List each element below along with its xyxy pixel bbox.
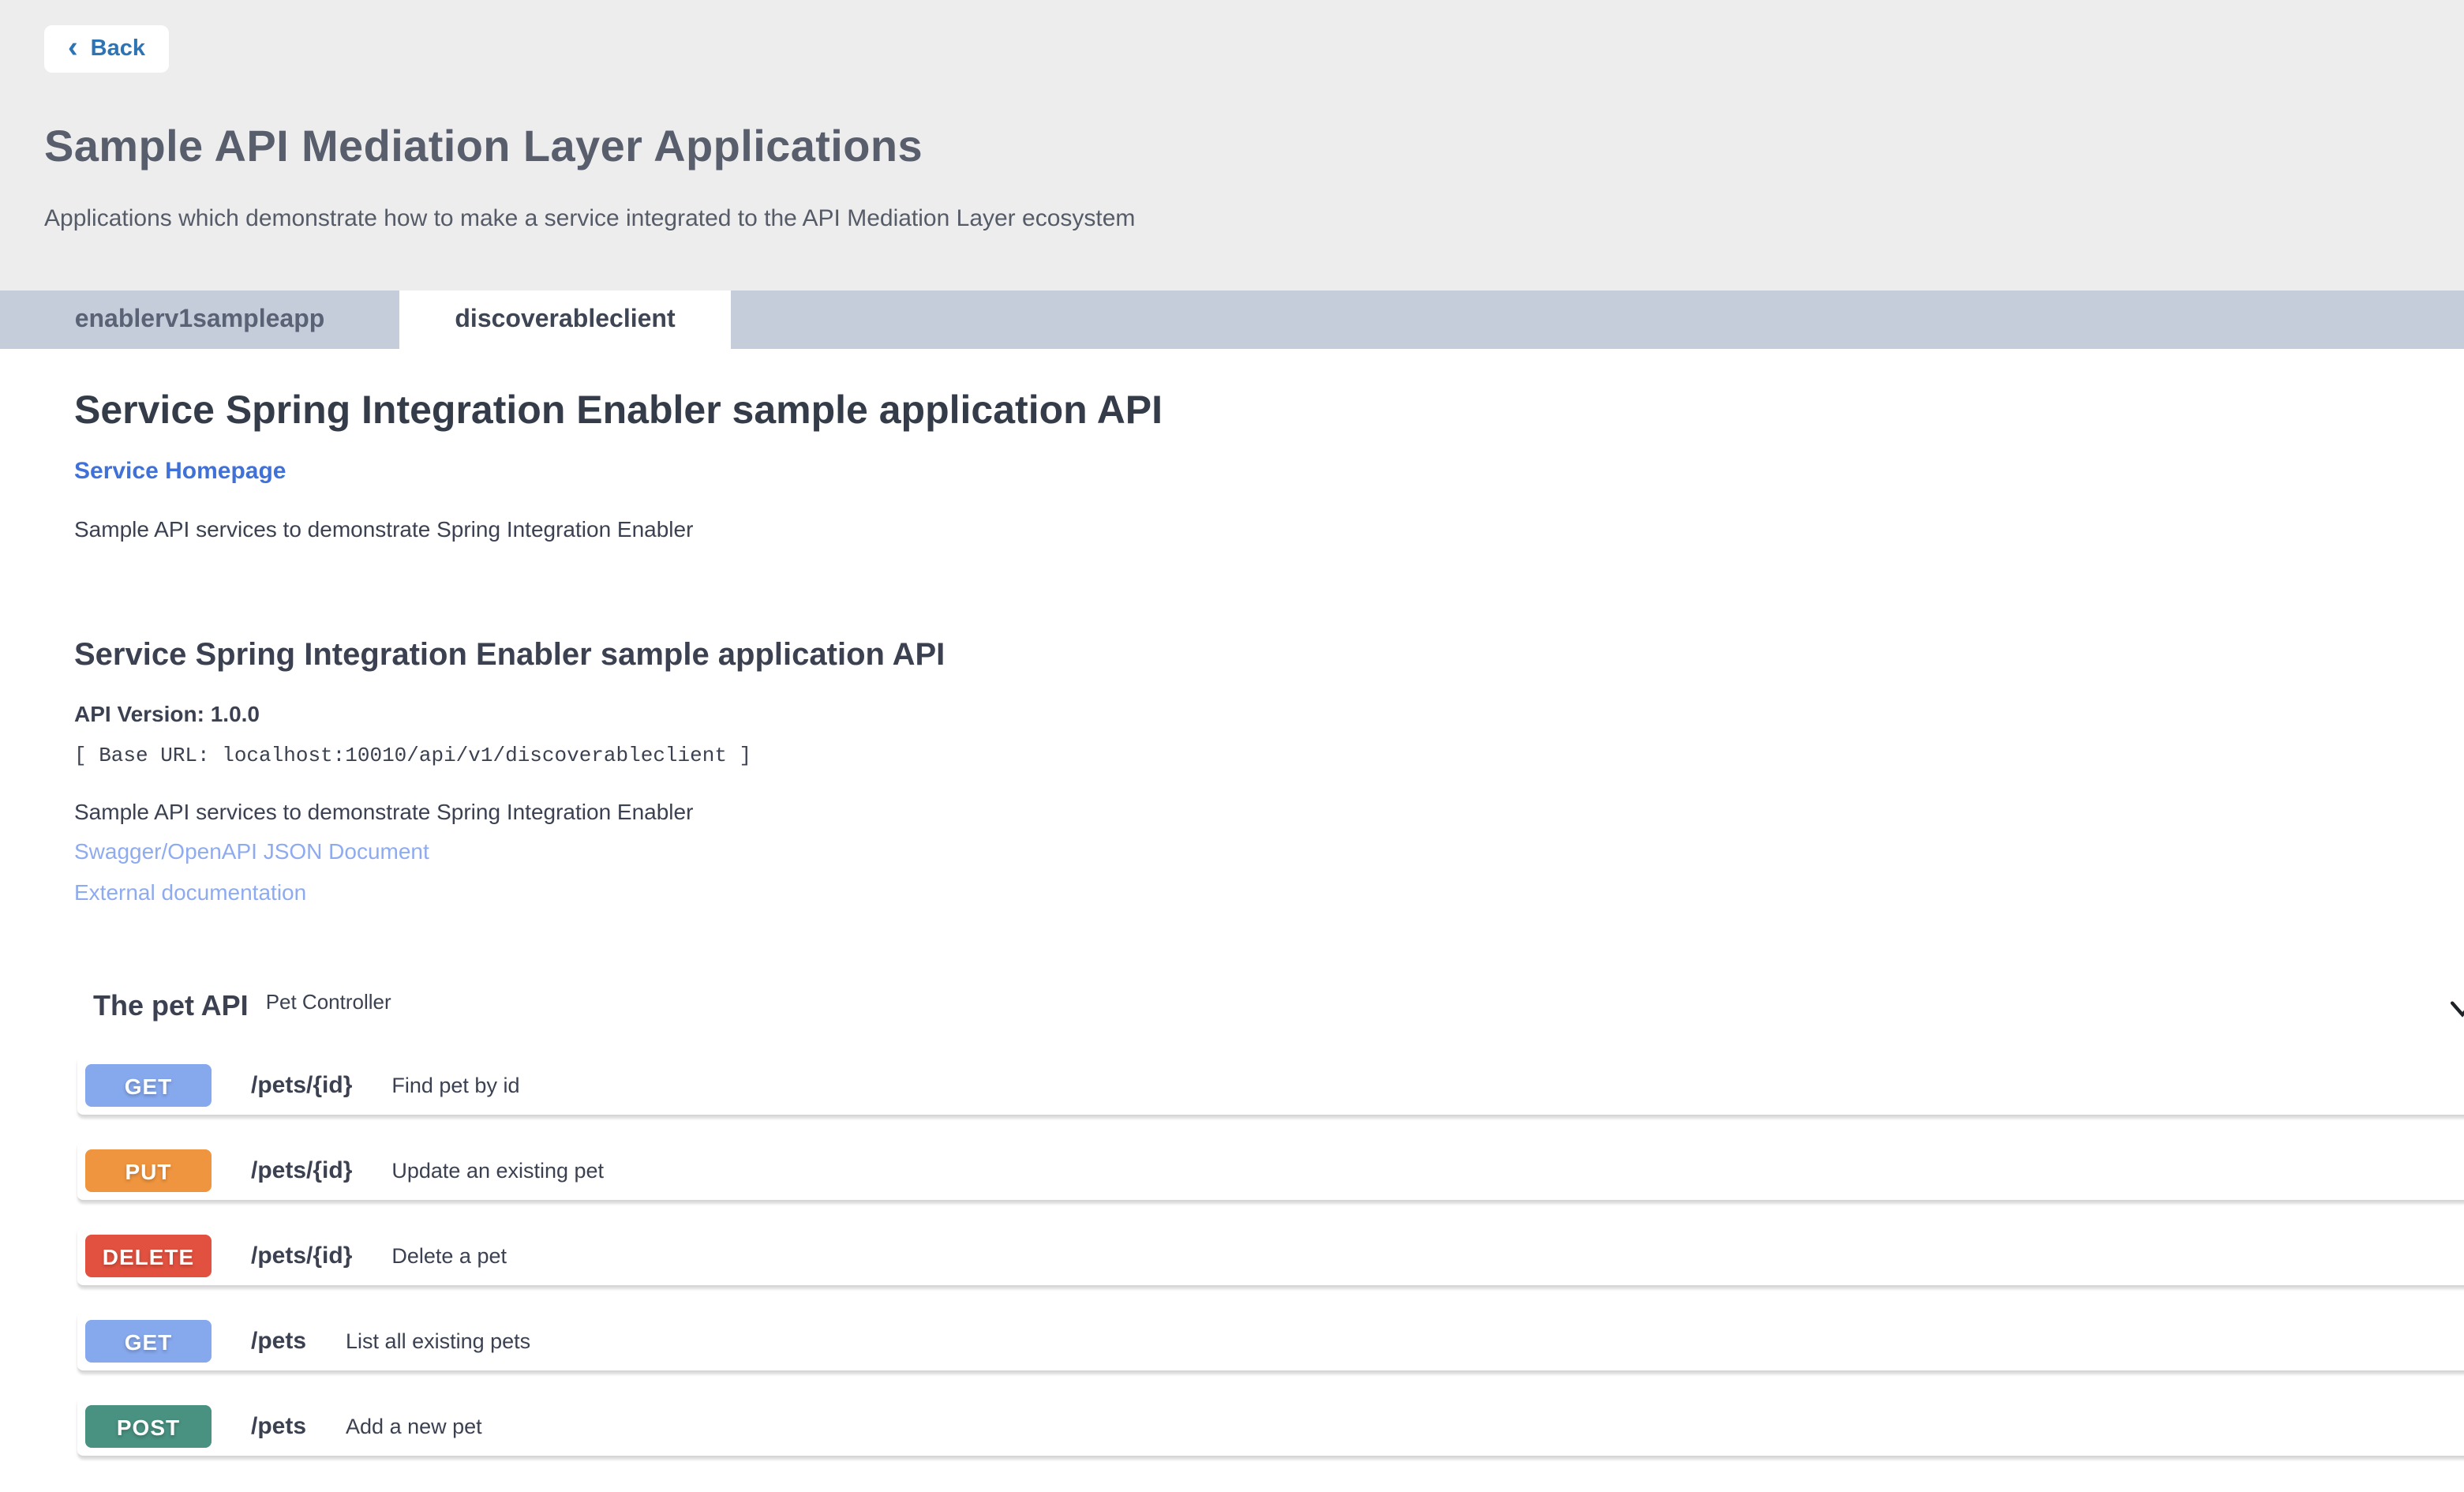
operation-row[interactable]: DELETE /pets/{id} Delete a pet [77, 1227, 2464, 1287]
operation-summary: Update an existing pet [391, 1159, 604, 1183]
operation-row[interactable]: POST /pets Add a new pet [77, 1397, 2464, 1457]
operation-row[interactable]: GET /pets/{id} Find pet by id [77, 1056, 2464, 1116]
method-badge: PUT [85, 1149, 212, 1192]
chevron-down-icon[interactable] [2445, 992, 2464, 1026]
api-doc-title: Service Spring Integration Enabler sampl… [74, 636, 2464, 674]
service-title: Service Spring Integration Enabler sampl… [74, 387, 2464, 434]
api-version: API Version: 1.0.0 [74, 701, 2464, 726]
operation-summary: Find pet by id [391, 1074, 519, 1097]
external-doc-link[interactable]: External documentation [74, 879, 2464, 906]
api-catalog-page: ‹ Back Sample API Mediation Layer Applic… [0, 0, 2464, 1492]
operation-summary: Delete a pet [391, 1244, 507, 1268]
service-detail-content: Service Spring Integration Enabler sampl… [0, 349, 2464, 1457]
operation-path: /pets/{id} [251, 1243, 352, 1269]
page-header: ‹ Back Sample API Mediation Layer Applic… [0, 0, 2464, 291]
back-button[interactable]: ‹ Back [44, 25, 169, 73]
tag-description: Pet Controller [266, 990, 391, 1015]
service-description: Sample API services to demonstrate Sprin… [74, 516, 2464, 542]
back-button-label: Back [91, 36, 145, 62]
operation-path: /pets [251, 1413, 306, 1440]
service-homepage-link[interactable]: Service Homepage [74, 458, 286, 485]
method-badge: DELETE [85, 1235, 212, 1277]
method-badge: GET [85, 1320, 212, 1363]
api-base-url: [ Base URL: localhost:10010/api/v1/disco… [74, 744, 2464, 767]
tab-enablerv1sampleapp[interactable]: enablerv1sampleapp [0, 291, 399, 349]
swagger-json-link[interactable]: Swagger/OpenAPI JSON Document [74, 838, 2464, 865]
operation-path: /pets/{id} [251, 1157, 352, 1184]
tag-name: The pet API [93, 988, 249, 1025]
method-badge: POST [85, 1405, 212, 1448]
operation-summary: Add a new pet [346, 1415, 482, 1438]
operation-path: /pets [251, 1328, 306, 1355]
tag-section-header[interactable]: The pet API Pet Controller [93, 988, 2464, 1025]
operation-summary: List all existing pets [346, 1329, 530, 1353]
api-doc-description: Sample API services to demonstrate Sprin… [74, 799, 2464, 824]
method-badge: GET [85, 1064, 212, 1107]
back-chevron-icon: ‹ [68, 32, 78, 62]
operation-path: /pets/{id} [251, 1072, 352, 1099]
page-title: Sample API Mediation Layer Applications [44, 122, 2464, 172]
operation-row[interactable]: GET /pets List all existing pets [77, 1312, 2464, 1372]
operation-row[interactable]: PUT /pets/{id} Update an existing pet [77, 1141, 2464, 1201]
page-subtitle: Applications which demonstrate how to ma… [44, 205, 2464, 232]
tab-discoverableclient[interactable]: discoverableclient [399, 291, 731, 349]
service-tabbar: enablerv1sampleapp discoverableclient [0, 291, 2464, 349]
